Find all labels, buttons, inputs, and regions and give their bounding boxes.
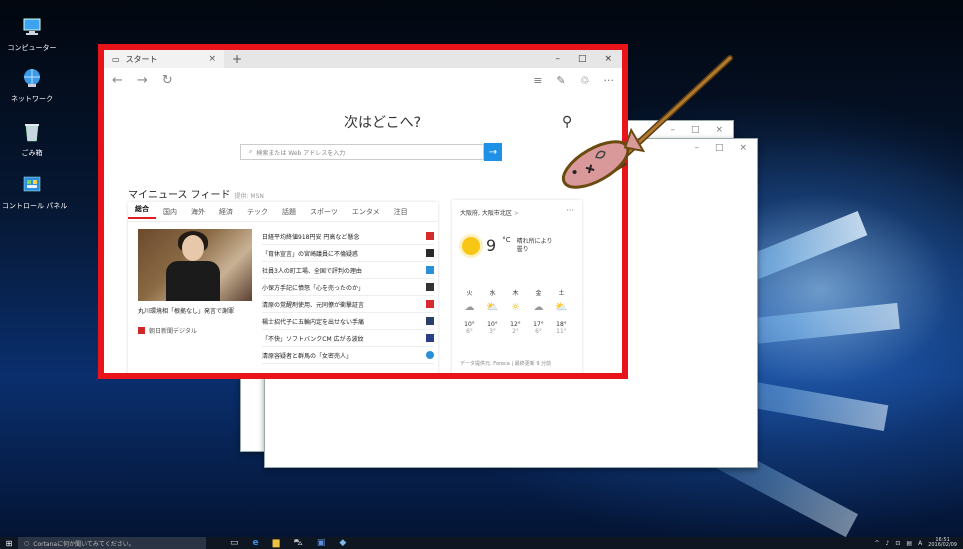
clock[interactable]: 16:51 2016/02/09 [928, 538, 957, 548]
search-go-button[interactable]: → [484, 143, 502, 161]
system-tray: ^ ♪ ⊡ ▤ A 16:51 2016/02/09 [874, 538, 963, 548]
weather-current: 9 °C 晴れ所により 曇り [462, 236, 552, 255]
image-figure-face [182, 235, 204, 261]
category-tabs: 総合 国内 海外 経済 テック 話題 スポーツ エンタメ 注目 [128, 202, 438, 222]
file-explorer-icon[interactable]: ▆ [273, 538, 280, 549]
page-title: 次はどこへ? [344, 115, 422, 131]
chevron-right-icon: > [513, 210, 519, 217]
control-panel-icon [23, 176, 41, 192]
news-source-icon [426, 249, 434, 257]
taskbar-pinned-apps: ▭ e ▆ ⛍ ▣ ◆ [206, 538, 346, 549]
tab-category[interactable]: 総合 [128, 204, 156, 219]
recycle-bin-icon [25, 124, 39, 142]
desktop-icon-network[interactable]: ネットワーク [2, 67, 62, 104]
search-placeholder: 検索または Web アドレスを入力 [256, 149, 346, 157]
weather-description: 晴れ所により 曇り [516, 237, 553, 253]
headline-item[interactable]: 社員3人の町工場、全国で評判の理由 [262, 262, 434, 279]
desktop-icon-computer[interactable]: コンピューター [2, 16, 62, 53]
desktop-icon-recycle-bin[interactable]: ごみ箱 [2, 121, 62, 158]
new-tab-button[interactable]: + [224, 52, 250, 66]
feature-source: 朝日新聞デジタル [138, 326, 197, 335]
headline-item[interactable]: 「不快」ソフトバンクCM 広がる波紋 [262, 330, 434, 347]
forward-icon[interactable]: → [137, 73, 148, 88]
cloud-icon: ☁ [533, 302, 544, 313]
news-source-icon [426, 283, 434, 291]
headline-item[interactable]: 小保方手記に憤怒「心を売ったのか」 [262, 279, 434, 296]
headline-list: 日経平均終値918円安 円高など懸念 「育休宣言」の宮崎議員に不倫疑惑 社員3人… [262, 228, 434, 364]
temperature-unit: °C [502, 236, 511, 244]
news-source-icon [426, 232, 434, 240]
tab-category[interactable]: スポーツ [303, 207, 345, 217]
sun-icon [462, 236, 480, 255]
search-icon: ⌕ [249, 148, 253, 155]
desktop-icon-control-panel[interactable]: コントロール パネル [2, 174, 67, 211]
tab-title: スタート [125, 54, 158, 64]
tab-page-icon: ▭ [112, 54, 120, 64]
tab-start[interactable]: ▭ スタート × [104, 50, 224, 68]
tab-category[interactable]: 経済 [212, 207, 240, 217]
headline-item[interactable]: 楊士招代子に五輪内定を出せない手痛 [262, 313, 434, 330]
task-view-icon[interactable]: ▭ [230, 538, 239, 549]
taskbar: ⊞ ○ Cortanaに何か聞いてみてください。 ▭ e ▆ ⛍ ▣ ◆ ^ ♪… [0, 537, 963, 549]
headline-item[interactable]: 「育休宣言」の宮崎議員に不倫疑惑 [262, 245, 434, 262]
tab-category[interactable]: 国内 [156, 207, 184, 217]
news-source-icon [426, 266, 434, 274]
tab-category[interactable]: 注目 [387, 207, 415, 217]
news-source-icon [426, 351, 434, 359]
feed-provider: 提供: MSN [234, 193, 264, 200]
sun-icon: ☼ [511, 302, 520, 313]
headline-item[interactable]: 清原の覚醒剤使用、元同僚が衝撃証言 [262, 296, 434, 313]
weather-forecast: 火 ☁ 10° 6° 水 ⛅ 10° 3° 木 ☼ 12° 2° 金 ☁ 17°… [460, 288, 571, 335]
feature-caption[interactable]: 丸川環境相「根拠なし」発言で謝罪 [138, 306, 258, 315]
feed-title: マイニュース フィード 提供: MSN [128, 190, 264, 201]
store-icon[interactable]: ⛍ [294, 538, 303, 549]
tab-category[interactable]: 話題 [275, 207, 303, 217]
search-input[interactable]: ⌕ 検索または Web アドレスを入力 [240, 144, 484, 160]
forecast-day: 土 ⛅ 18° 11° [552, 288, 571, 335]
back-icon[interactable]: ← [112, 73, 123, 88]
current-temperature: 9 [486, 236, 497, 255]
news-source-icon [426, 334, 434, 342]
ime-indicator[interactable]: A [918, 540, 922, 547]
forecast-day: 金 ☁ 17° 6° [529, 288, 548, 335]
forecast-day: 水 ⛅ 10° 3° [483, 288, 502, 335]
feature-image[interactable] [138, 229, 252, 301]
weather-card[interactable]: 大阪府, 大阪市北区 > ··· 9 °C 晴れ所により 曇り 火 ☁ 10° … [452, 200, 582, 373]
tab-category[interactable]: 海外 [184, 207, 212, 217]
cortana-search-box[interactable]: ○ Cortanaに何か聞いてみてください。 [18, 537, 206, 549]
desktop: コンピューター ネットワーク ごみ箱 コントロール パネル – □ × – □ × ▭ … [0, 0, 963, 537]
refresh-icon[interactable]: ↻ [162, 73, 173, 88]
news-source-icon [426, 317, 434, 325]
tab-category[interactable]: テック [240, 207, 275, 217]
fishing-cursor-icon [561, 55, 733, 189]
computer-icon [23, 18, 41, 35]
notification-icon[interactable]: ▤ [906, 540, 912, 547]
cloud-icon: ☁ [464, 302, 475, 313]
close-tab-icon[interactable]: × [208, 54, 216, 64]
cortana-icon: ○ [24, 539, 30, 547]
source-logo-icon [138, 327, 145, 334]
partly-sunny-icon: ⛅ [486, 302, 499, 313]
weather-source: データ提供元: Foreca | 最終更新 9 分前 [460, 361, 552, 367]
network-icon[interactable]: ⊡ [895, 540, 900, 547]
rain-sun-icon: ⛅ [555, 302, 568, 313]
forecast-day: 木 ☼ 12° 2° [506, 288, 525, 335]
headline-item[interactable]: 日経平均終値918円安 円高など懸念 [262, 228, 434, 245]
volume-icon[interactable]: ♪ [886, 540, 890, 547]
headline-item[interactable]: 清原容疑者と群馬の「女密売人」 [262, 347, 434, 364]
news-source-icon [426, 300, 434, 308]
forecast-day: 火 ☁ 10° 6° [460, 288, 479, 335]
app-icon[interactable]: ▣ [317, 538, 326, 549]
news-feed-panel: 総合 国内 海外 経済 テック 話題 スポーツ エンタメ 注目 丸川環境相「根拠… [128, 202, 438, 373]
tab-category[interactable]: エンタメ [345, 207, 387, 217]
network-icon [24, 69, 40, 87]
edge-icon[interactable]: e [253, 538, 259, 549]
windows-start-icon[interactable]: ⊞ [0, 539, 18, 548]
image-figure-body [166, 261, 220, 301]
chevron-up-icon[interactable]: ^ [874, 540, 879, 547]
paint-icon[interactable]: ◆ [339, 538, 346, 549]
